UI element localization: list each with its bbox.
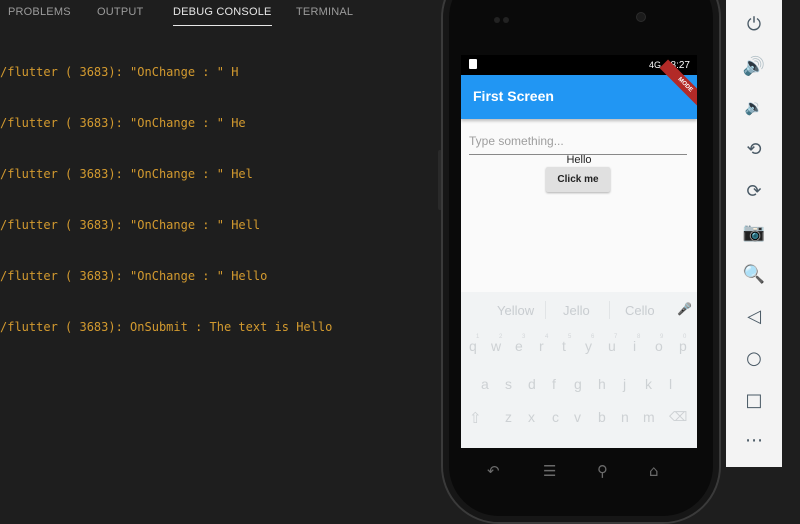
key[interactable]: q	[469, 338, 477, 354]
suggestion-item[interactable]: Cello	[625, 303, 655, 318]
key[interactable]: y	[585, 338, 592, 354]
rotate-right-icon[interactable]: ⟳	[726, 181, 782, 202]
app-bar: First Screen MODE	[461, 59, 697, 119]
volume-down-icon[interactable]: 🔉	[726, 98, 782, 116]
key[interactable]: f	[552, 376, 556, 392]
key[interactable]: i	[633, 338, 636, 354]
console-line: /flutter ( 3683): "OnChange : " He	[0, 116, 246, 130]
suggestion-item[interactable]: Yellow	[497, 303, 534, 318]
text-input[interactable]	[469, 130, 687, 152]
rotate-left-icon[interactable]: ⟲	[726, 139, 782, 160]
tab-problems[interactable]: PROBLEMS	[8, 6, 71, 18]
volume-up-icon[interactable]: 🔊	[726, 56, 782, 77]
mic-icon[interactable]: 🎤	[677, 302, 692, 316]
backspace-icon[interactable]: ⌫	[669, 409, 687, 425]
key[interactable]: g	[574, 376, 582, 392]
notification-icon	[469, 59, 477, 69]
zoom-icon[interactable]: 🔍	[726, 264, 782, 285]
key[interactable]: b	[598, 409, 606, 425]
debug-panel: PROBLEMS OUTPUT DEBUG CONSOLE TERMINAL /…	[0, 0, 440, 518]
tab-debug-console[interactable]: DEBUG CONSOLE	[173, 6, 272, 26]
key[interactable]: e	[515, 338, 523, 354]
phone-nav-bar: ↶ ☰ ⚲ ⌂	[461, 448, 697, 498]
key[interactable]: u	[608, 338, 616, 354]
text-input-field[interactable]	[469, 130, 687, 155]
suggestion-divider	[545, 301, 546, 319]
key-hint: 4	[545, 334, 549, 340]
key-hint: 8	[637, 334, 641, 340]
key[interactable]: a	[481, 376, 489, 392]
key[interactable]: m	[643, 409, 655, 425]
key[interactable]: j	[623, 376, 626, 392]
console-output: /flutter ( 3683): "OnChange : " H /flutt…	[0, 30, 332, 370]
key[interactable]: d	[528, 376, 536, 392]
back-icon[interactable]: ↶	[487, 462, 500, 480]
console-line: /flutter ( 3683): "OnChange : " H	[0, 65, 239, 79]
console-line: /flutter ( 3683): "OnChange : " Hello	[0, 269, 268, 283]
more-icon[interactable]: ⋯	[726, 430, 782, 451]
key[interactable]: r	[539, 338, 544, 354]
soft-keyboard[interactable]: Yellow Jello Cello 🎤 1 2 3 4 5 6 7 8 9 0…	[461, 292, 697, 448]
console-line: /flutter ( 3683): OnSubmit : The text is…	[0, 320, 333, 334]
key-hint: 5	[568, 334, 572, 340]
key[interactable]: s	[505, 376, 512, 392]
power-icon[interactable]: ⏻	[726, 14, 782, 35]
suggestion-divider	[609, 301, 610, 319]
page-title: First Screen	[473, 88, 554, 104]
phone-speaker	[494, 8, 524, 23]
home-icon[interactable]: ○	[726, 348, 782, 369]
overview-icon[interactable]: □	[726, 390, 782, 411]
key[interactable]: n	[621, 409, 629, 425]
back-icon[interactable]: ◁	[726, 306, 782, 327]
phone-sensor	[636, 12, 646, 22]
search-icon[interactable]: ⚲	[597, 462, 608, 480]
camera-icon[interactable]: 📷	[726, 222, 782, 243]
shift-icon[interactable]: ⇧	[469, 409, 482, 427]
key[interactable]: l	[669, 376, 672, 392]
menu-icon[interactable]: ☰	[543, 462, 556, 480]
key[interactable]: x	[528, 409, 535, 425]
key[interactable]: h	[598, 376, 606, 392]
emulator-toolbar: ⏻ 🔊 🔉 ⟲ ⟳ 📷 🔍 ◁ ○ □ ⋯	[726, 0, 782, 467]
click-me-button[interactable]: Click me	[546, 167, 610, 192]
tab-output[interactable]: OUTPUT	[97, 6, 143, 18]
home-icon[interactable]: ⌂	[649, 462, 659, 480]
key[interactable]: t	[562, 338, 566, 354]
tab-terminal[interactable]: TERMINAL	[296, 6, 353, 18]
console-line: /flutter ( 3683): "OnChange : " Hell	[0, 218, 261, 232]
key[interactable]: v	[574, 409, 581, 425]
key[interactable]: z	[505, 409, 512, 425]
panel-tabs: PROBLEMS OUTPUT DEBUG CONSOLE TERMINAL	[0, 0, 440, 28]
key[interactable]: o	[655, 338, 663, 354]
output-text: Hello	[566, 154, 592, 166]
key[interactable]: k	[645, 376, 652, 392]
key[interactable]: p	[679, 338, 687, 354]
suggestion-item[interactable]: Jello	[563, 303, 590, 318]
key[interactable]: c	[552, 409, 559, 425]
phone-screen: 4G 8:27 First Screen MODE Hello Click me…	[461, 55, 697, 448]
key[interactable]: w	[491, 338, 501, 354]
console-line: /flutter ( 3683): "OnChange : " Hel	[0, 167, 253, 181]
